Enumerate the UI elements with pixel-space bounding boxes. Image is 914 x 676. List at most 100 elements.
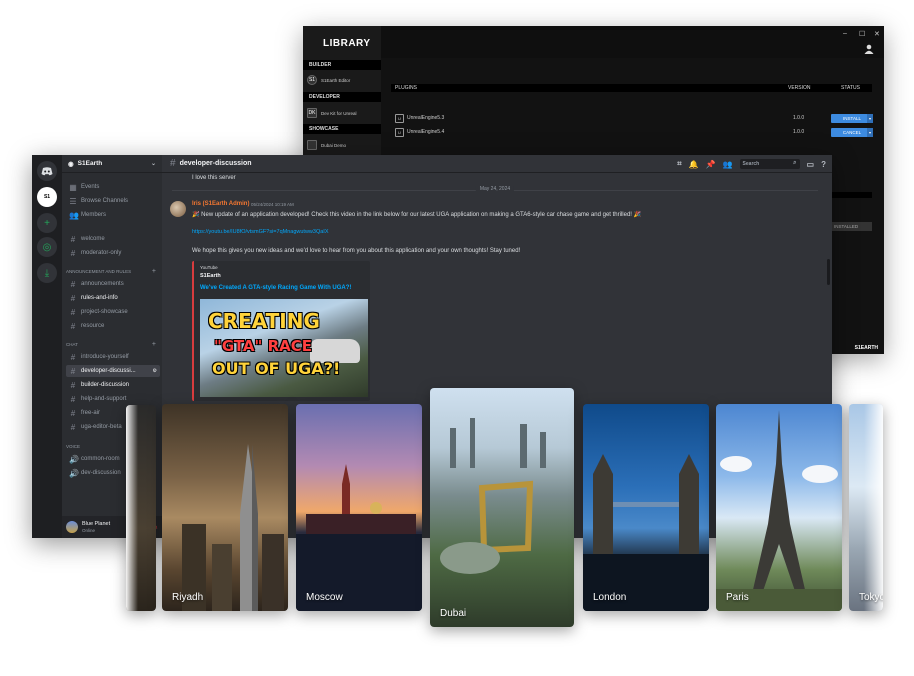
previous-message: I love this server bbox=[192, 175, 236, 181]
search-icon: ⌕ bbox=[793, 160, 797, 166]
installed-button[interactable]: INSTALLED bbox=[830, 222, 872, 231]
help-icon[interactable]: ? bbox=[821, 160, 826, 169]
plugins-table-header: PLUGINS VERSION STATUS bbox=[391, 84, 872, 92]
date-label: May 24, 2024 bbox=[475, 186, 515, 192]
embed-provider: YouTube bbox=[200, 265, 218, 270]
channel-label: developer-discussi... bbox=[81, 368, 136, 374]
channel-builder-discussion[interactable]: # builder-discussion bbox=[66, 379, 160, 391]
thumb-text: OUT OF UGA?! bbox=[212, 359, 341, 378]
hash-icon: # bbox=[170, 158, 176, 169]
dubai-frame-image bbox=[440, 418, 546, 574]
riyadh-skyline-image bbox=[182, 444, 284, 611]
avatar[interactable] bbox=[170, 201, 186, 217]
inbox-icon[interactable]: ▭ bbox=[807, 160, 815, 169]
add-channel-icon[interactable]: + bbox=[152, 341, 156, 348]
scrollbar[interactable] bbox=[827, 259, 830, 285]
channel-label: Members bbox=[81, 212, 107, 218]
channel-label: common-room bbox=[81, 456, 120, 462]
minimize-icon[interactable]: – bbox=[843, 30, 847, 37]
add-server-icon[interactable]: + bbox=[37, 213, 57, 233]
hash-icon: # bbox=[70, 352, 76, 362]
hash-icon: # bbox=[70, 380, 76, 390]
channel-resource[interactable]: # resource bbox=[66, 320, 160, 332]
maximize-icon[interactable]: ☐ bbox=[859, 30, 865, 38]
close-icon[interactable]: ✕ bbox=[874, 30, 880, 38]
s1earth-server-icon[interactable]: S1 bbox=[37, 187, 57, 207]
embed-title[interactable]: We've Created A GTA-style Racing Game Wi… bbox=[200, 285, 351, 291]
category-announcement[interactable]: ANNOUNCEMENT AND RULES + bbox=[66, 268, 160, 275]
video-thumbnail[interactable]: CREATING "GTA" RACE OUT OF UGA?! bbox=[200, 299, 368, 397]
sidebar-item-showcase[interactable]: Dubai Demo bbox=[307, 138, 379, 152]
avatar[interactable] bbox=[66, 521, 78, 533]
install-button[interactable]: INSTALL ▾ bbox=[831, 113, 873, 123]
settings-gear-icon[interactable]: ⚙ bbox=[153, 368, 157, 374]
library-title: LIBRARY bbox=[323, 38, 371, 49]
hash-icon: # bbox=[70, 307, 76, 317]
sidebar-item-developer[interactable]: DK Dev Kit for Unreal bbox=[307, 106, 379, 120]
city-card-riyadh[interactable]: Riyadh bbox=[162, 404, 288, 611]
plugin-name: UnrealEngine5.4 bbox=[407, 129, 445, 135]
sidebar-item-browse-channels[interactable]: ☰ Browse Channels bbox=[66, 195, 160, 207]
channel-label: announcements bbox=[81, 281, 124, 287]
channel-header: # developer-discussion ⌗ 🔔 📌 👥 Search ⌕ ▭… bbox=[162, 155, 832, 173]
explore-icon[interactable]: ◎ bbox=[37, 237, 57, 257]
section-showcase: SHOWCASE bbox=[303, 124, 381, 134]
channel-help-and-support[interactable]: # help-and-support bbox=[66, 393, 160, 405]
hash-icon: # bbox=[70, 234, 76, 244]
browse-icon: ☰ bbox=[69, 196, 77, 206]
user-icon[interactable] bbox=[864, 44, 874, 54]
unreal-logo-icon: U bbox=[395, 113, 404, 123]
sidebar-item-members[interactable]: 👥 Members bbox=[66, 209, 160, 221]
bell-icon[interactable]: 🔔 bbox=[689, 160, 699, 169]
cancel-label: CANCEL bbox=[842, 129, 862, 135]
channel-label: project-showcase bbox=[81, 309, 128, 315]
speaker-icon: 🔊 bbox=[69, 468, 79, 478]
channel-label: help-and-support bbox=[81, 396, 127, 402]
member-list-icon[interactable]: 👥 bbox=[723, 160, 733, 169]
message-timestamp: 05/24/2024 10:19 AM bbox=[251, 202, 294, 207]
city-card-moscow[interactable]: Moscow bbox=[296, 404, 422, 611]
hash-icon: # bbox=[70, 408, 76, 418]
discord-home-icon[interactable] bbox=[37, 161, 57, 181]
embed-channel[interactable]: S1Earth bbox=[200, 273, 221, 279]
message-link[interactable]: https://youtu.be/IU8fO/vtsmGF?si=7qMnagw… bbox=[192, 229, 329, 235]
sidebar-item-label: Dev Kit for Unreal bbox=[321, 110, 357, 116]
add-channel-icon[interactable]: + bbox=[152, 268, 156, 275]
pin-icon[interactable]: 📌 bbox=[706, 160, 716, 169]
city-card-london[interactable]: London bbox=[583, 404, 709, 611]
channel-introduce-yourself[interactable]: # introduce-yourself bbox=[66, 351, 160, 363]
sidebar-item-label: Dubai Demo bbox=[321, 142, 347, 148]
party-emoji-icon: 🎉 bbox=[633, 212, 642, 218]
cancel-button[interactable]: CANCEL ▾ bbox=[831, 127, 873, 137]
thumb-text: CREATING bbox=[208, 309, 320, 333]
header-toolbar: ⌗ 🔔 📌 👥 Search ⌕ ▭ ? bbox=[677, 159, 826, 169]
city-card-dubai[interactable]: Dubai bbox=[430, 388, 574, 627]
devkit-icon: DK bbox=[307, 108, 317, 118]
channel-developer-discussion[interactable]: # developer-discussi... ⚙ bbox=[66, 365, 160, 377]
threads-icon[interactable]: ⌗ bbox=[677, 159, 682, 169]
channel-welcome[interactable]: # welcome bbox=[66, 233, 160, 245]
library-topbar bbox=[381, 26, 884, 58]
city-card-tokyo[interactable]: Tokyo bbox=[849, 404, 883, 611]
tower-bridge-image bbox=[583, 454, 709, 611]
channel-rules-and-info[interactable]: # rules-and-info bbox=[66, 292, 160, 304]
category-chat[interactable]: CHAT + bbox=[66, 341, 160, 348]
message-author[interactable]: Iris (S1Earth Admin) bbox=[192, 201, 249, 207]
chevron-down-icon[interactable]: ▾ bbox=[867, 127, 873, 137]
channel-moderator-only[interactable]: # moderator-only bbox=[66, 247, 160, 259]
chevron-down-icon: ⌄ bbox=[150, 161, 156, 167]
download-icon[interactable]: ⤓ bbox=[37, 263, 57, 283]
footer-brand: S1EARTH bbox=[854, 345, 878, 351]
channel-project-showcase[interactable]: # project-showcase bbox=[66, 306, 160, 318]
city-card-paris[interactable]: Paris bbox=[716, 404, 842, 611]
server-header[interactable]: ◉ S1Earth ⌄ bbox=[62, 155, 162, 173]
category-label: ANNOUNCEMENT AND RULES bbox=[66, 269, 132, 274]
sidebar-item-builder[interactable]: S1 S1Earth Editor bbox=[307, 73, 379, 87]
search-input[interactable]: Search ⌕ bbox=[739, 159, 800, 169]
hash-icon: # bbox=[70, 279, 76, 289]
channel-label: free-air bbox=[81, 410, 101, 416]
chevron-down-icon[interactable]: ▾ bbox=[867, 113, 873, 123]
sidebar-item-events[interactable]: ▦ Events bbox=[66, 181, 160, 193]
eiffel-tower-image bbox=[716, 410, 842, 611]
channel-announcements[interactable]: # announcements bbox=[66, 278, 160, 290]
